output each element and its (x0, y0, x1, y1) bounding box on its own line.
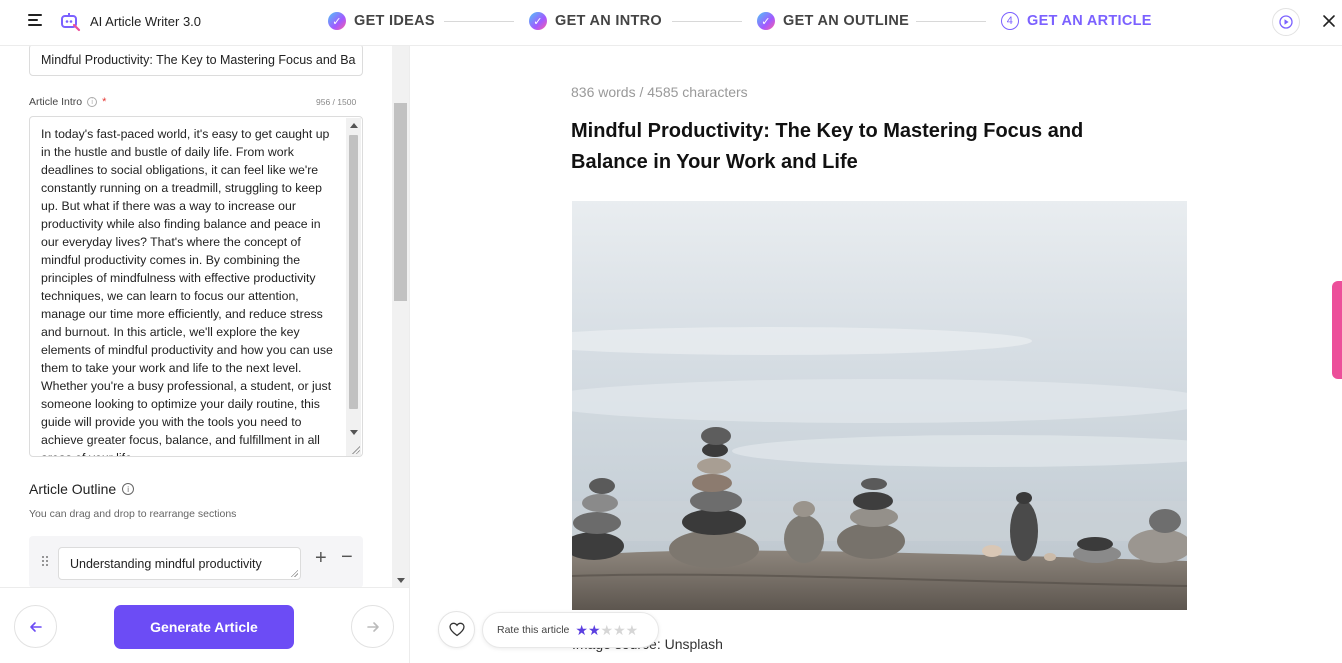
article-intro-label: Article Intro i * (29, 96, 106, 108)
scroll-up-icon[interactable] (350, 123, 358, 128)
article-title-input[interactable]: Mindful Productivity: The Key to Masteri… (29, 46, 363, 76)
panel-footer: Generate Article (0, 587, 409, 663)
add-section-button[interactable]: + (315, 548, 327, 568)
drag-handle-icon[interactable] (42, 556, 50, 568)
outline-section-text: Understanding mindful productivity (70, 557, 262, 571)
intro-label-text: Article Intro (29, 96, 83, 108)
scrollbar-thumb[interactable] (349, 135, 358, 409)
star-icon[interactable]: ★ (601, 623, 614, 637)
article-title: Mindful Productivity: The Key to Masteri… (571, 120, 1084, 173)
step-label: GET AN INTRO (555, 13, 662, 29)
intro-text[interactable]: In today's fast-paced world, it's easy t… (41, 125, 341, 456)
step-connector (444, 21, 514, 22)
article-outline-heading: Article Outline i (29, 481, 135, 497)
feedback-side-tab[interactable] (1332, 281, 1342, 379)
step-label: GET IDEAS (354, 13, 435, 29)
outline-item[interactable]: Understanding mindful productivity + − (29, 536, 363, 588)
step-connector (916, 21, 986, 22)
step-get-an-intro[interactable]: ✓ GET AN INTRO (529, 11, 662, 31)
step-label: GET AN ARTICLE (1027, 13, 1152, 29)
article-intro-textarea[interactable]: In today's fast-paced world, it's easy t… (29, 116, 363, 457)
next-button[interactable] (351, 605, 394, 648)
heart-icon (448, 622, 465, 637)
app-title: AI Article Writer 3.0 (90, 14, 202, 29)
required-mark: * (102, 96, 107, 108)
resize-handle-icon[interactable] (351, 445, 360, 454)
article-preview: 836 words / 4585 characters Mindful Prod… (410, 46, 1342, 663)
star-icon[interactable]: ★ (588, 623, 601, 637)
settings-panel: Mindful Productivity: The Key to Masteri… (0, 46, 410, 663)
top-bar: AI Article Writer 3.0 ✓ GET IDEAS ✓ GET … (0, 0, 1342, 46)
info-icon[interactable]: i (122, 483, 135, 495)
star-icon[interactable]: ★ (575, 623, 588, 637)
check-icon: ✓ (529, 12, 547, 30)
step-label: GET AN OUTLINE (783, 13, 910, 29)
intro-char-count: 956 / 1500 (316, 97, 357, 107)
scroll-down-icon[interactable] (350, 430, 358, 435)
intro-scrollbar[interactable] (346, 118, 361, 456)
article-hero-image (572, 201, 1187, 610)
close-icon[interactable] (1320, 12, 1338, 30)
rating-stars[interactable]: ★ ★ ★ ★ ★ (575, 623, 638, 637)
rate-label: Rate this article (497, 624, 570, 636)
remove-section-button[interactable]: − (341, 547, 353, 567)
step-number: 4 (1001, 12, 1019, 30)
play-button[interactable] (1272, 8, 1300, 36)
panel-scrollbar[interactable] (392, 46, 409, 587)
step-get-an-outline[interactable]: ✓ GET AN OUTLINE (757, 11, 909, 31)
scrollbar-thumb[interactable] (394, 103, 407, 301)
star-icon[interactable]: ★ (613, 623, 626, 637)
scroll-down-icon[interactable] (397, 578, 405, 583)
step-connector (672, 21, 742, 22)
resize-handle-icon[interactable] (290, 569, 298, 577)
hamburger-icon[interactable] (28, 14, 44, 28)
like-button[interactable] (438, 611, 475, 648)
app-logo-icon (61, 13, 81, 32)
info-icon[interactable]: i (87, 97, 98, 107)
arrow-right-icon (366, 621, 379, 632)
arrow-left-icon (29, 621, 42, 632)
step-get-an-article[interactable]: 4 GET AN ARTICLE (1001, 11, 1152, 31)
outline-hint: You can drag and drop to rearrange secti… (29, 508, 237, 520)
outline-section-input[interactable]: Understanding mindful productivity (58, 547, 301, 580)
star-icon[interactable]: ★ (626, 623, 639, 637)
outline-title-text: Article Outline (29, 481, 117, 497)
play-circle-icon (1279, 15, 1293, 29)
generate-article-button[interactable]: Generate Article (114, 605, 294, 649)
word-char-count: 836 words / 4585 characters (571, 84, 748, 100)
rating-widget: Rate this article ★ ★ ★ ★ ★ (482, 612, 659, 648)
back-button[interactable] (14, 605, 57, 648)
check-icon: ✓ (757, 12, 775, 30)
check-icon: ✓ (328, 12, 346, 30)
step-get-ideas[interactable]: ✓ GET IDEAS (328, 11, 435, 31)
